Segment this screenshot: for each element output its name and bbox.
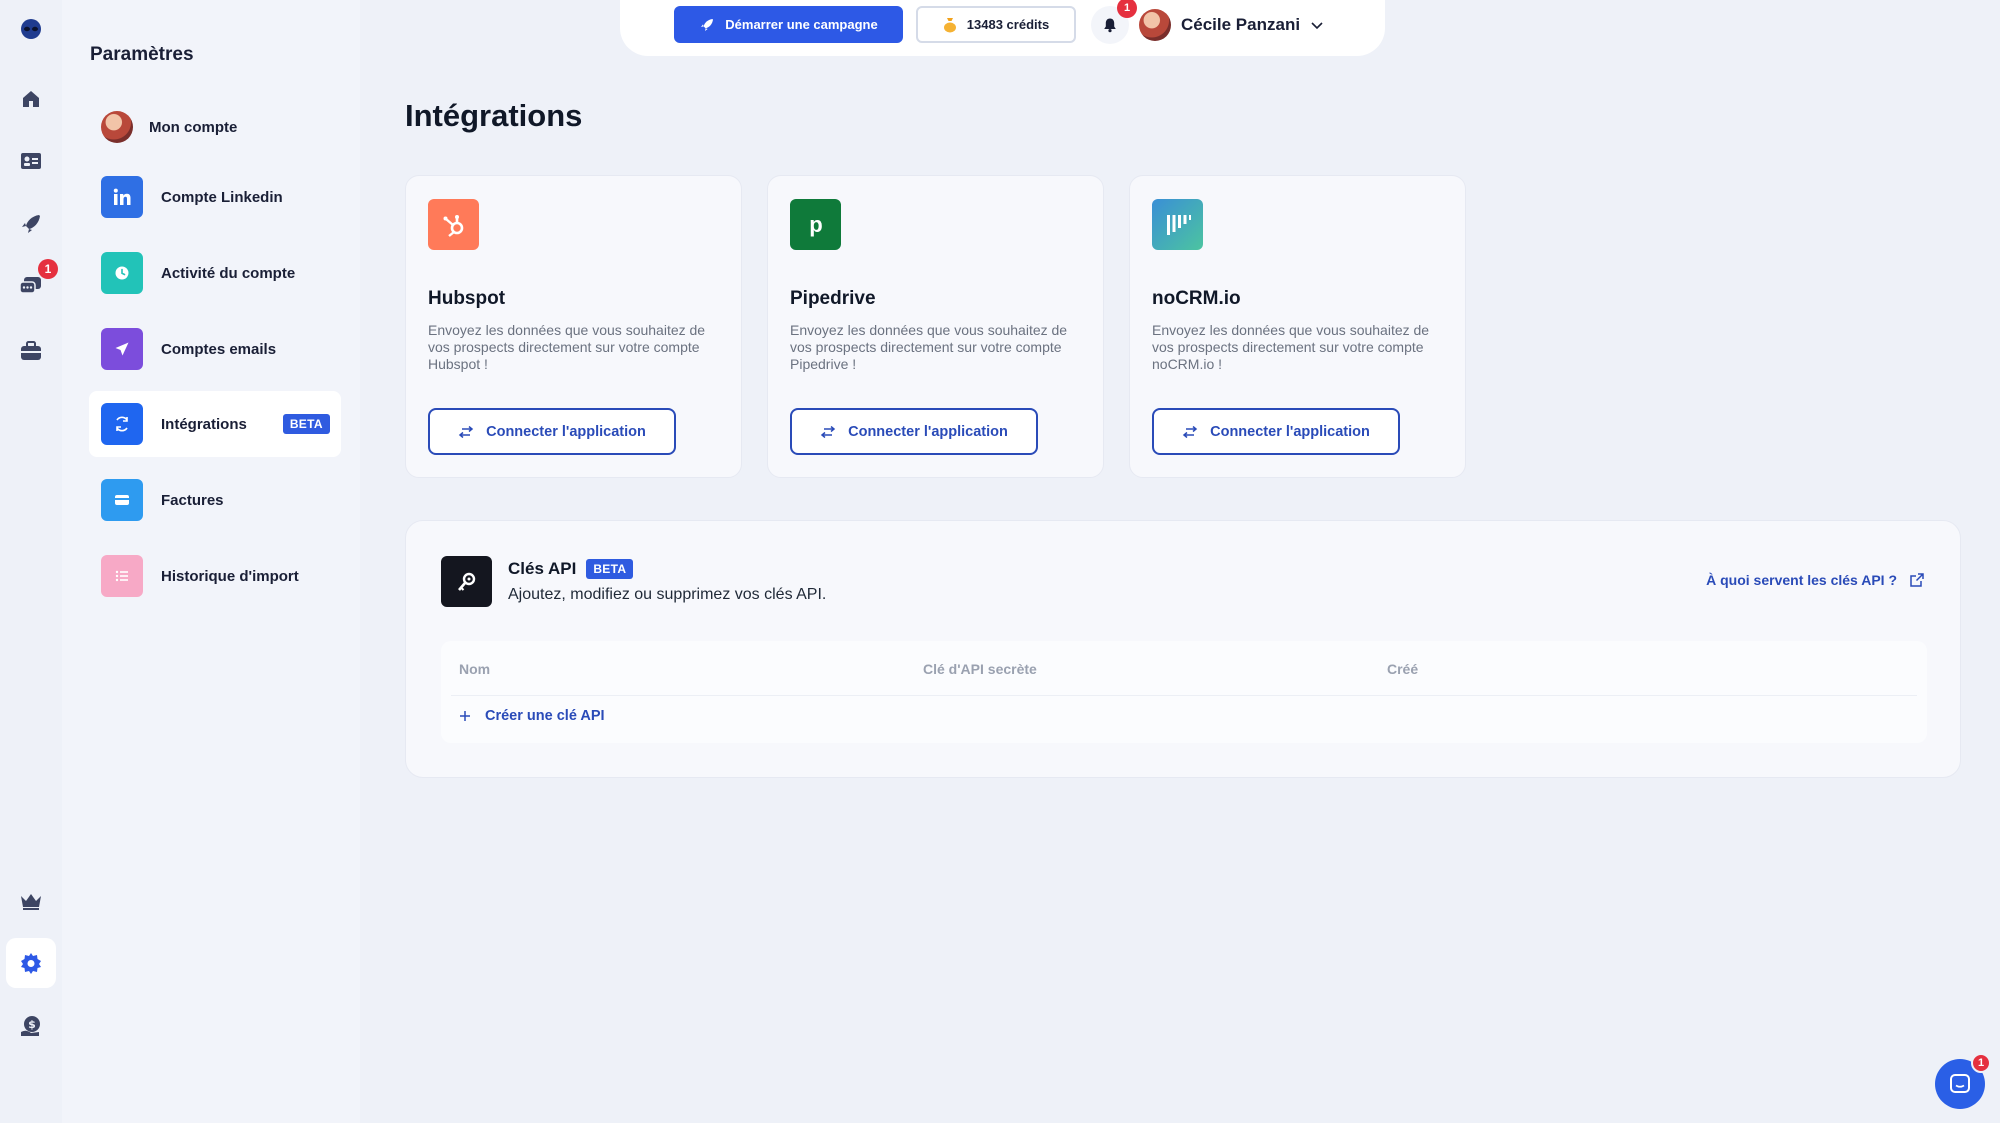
messages-icon[interactable]: 1 — [6, 259, 58, 311]
integration-card-nocrm: noCRM.io Envoyez les données que vous so… — [1129, 175, 1466, 478]
table-divider — [451, 695, 1917, 696]
integration-title: Pipedrive — [790, 288, 876, 309]
svg-text:p: p — [809, 212, 822, 237]
api-keys-subtitle: Ajoutez, modifiez ou supprimez vos clés … — [508, 586, 827, 603]
connect-label: Connecter l'application — [1210, 423, 1370, 440]
card-icon — [101, 479, 143, 521]
settings-item-label: Activité du compte — [161, 264, 296, 282]
connect-pipedrive-button[interactable]: Connecter l'application — [790, 408, 1038, 455]
top-bar: Démarrer une campagne 13483 crédits 1 Cé… — [620, 0, 1385, 56]
connect-label: Connecter l'application — [486, 423, 646, 440]
create-api-key-button[interactable]: Créer une clé API — [459, 708, 605, 724]
notifications-button[interactable]: 1 — [1091, 0, 1137, 44]
settings-item-comptes-emails[interactable]: Comptes emails — [89, 316, 341, 382]
settings-sidebar: Paramètres Mon compte Compte Linkedin Ac… — [62, 0, 360, 1123]
settings-item-label: Comptes emails — [161, 340, 277, 358]
money-bag-icon — [943, 17, 956, 32]
create-api-key-label: Créer une clé API — [485, 708, 605, 724]
settings-item-label: Intégrations — [161, 415, 247, 433]
api-keys-help-link[interactable]: À quoi servent les clés API ? — [1706, 572, 1925, 588]
clock-icon — [101, 252, 143, 294]
connect-label: Connecter l'application — [848, 423, 1008, 440]
bell-icon — [1104, 18, 1116, 33]
column-header-nom: Nom — [459, 661, 491, 677]
settings-item-activite[interactable]: Activité du compte — [89, 240, 341, 306]
settings-title: Paramètres — [90, 44, 194, 65]
svg-text:$: $ — [28, 1018, 36, 1031]
connect-nocrm-button[interactable]: Connecter l'application — [1152, 408, 1400, 455]
notification-badge: 1 — [1117, 0, 1137, 18]
avatar — [1139, 9, 1171, 41]
settings-item-factures[interactable]: Factures — [89, 467, 341, 533]
settings-item-label: Historique d'import — [161, 567, 299, 585]
briefcase-icon[interactable] — [6, 326, 56, 376]
column-header-created: Créé — [1387, 661, 1419, 677]
credits-label: 13483 crédits — [966, 17, 1050, 32]
credits-button[interactable]: 13483 crédits — [916, 6, 1076, 43]
chat-launcher-button[interactable]: 1 — [1935, 1053, 1991, 1109]
rocket-icon — [701, 18, 714, 31]
messages-badge: 1 — [38, 259, 58, 279]
plus-icon — [460, 711, 470, 721]
settings-item-historique-import[interactable]: Historique d'import — [89, 543, 341, 609]
money-icon[interactable]: $ — [6, 1001, 56, 1051]
icon-rail: 1 $ — [0, 0, 62, 1123]
api-keys-table: Nom Clé d'API secrète Créé Créer une clé… — [441, 641, 1927, 743]
connect-hubspot-button[interactable]: Connecter l'application — [428, 408, 676, 455]
chevron-down-icon — [1311, 22, 1323, 30]
integration-card-pipedrive: p Pipedrive Envoyez les données que vous… — [767, 175, 1104, 478]
settings-icon[interactable] — [6, 938, 56, 988]
integration-card-hubspot: Hubspot Envoyez les données que vous sou… — [405, 175, 742, 478]
integration-title: noCRM.io — [1152, 288, 1241, 309]
api-keys-panel: Clés API BETA Ajoutez, modifiez ou suppr… — [405, 520, 1961, 778]
chat-badge: 1 — [1971, 1053, 1991, 1073]
column-header-secret-key: Clé d'API secrète — [923, 661, 1037, 677]
user-menu[interactable]: Cécile Panzani — [1139, 9, 1324, 41]
settings-item-compte-linkedin[interactable]: Compte Linkedin — [89, 164, 341, 230]
arrows-exchange-icon — [820, 425, 836, 438]
arrows-exchange-icon — [1182, 425, 1198, 438]
api-keys-help-label: À quoi servent les clés API ? — [1706, 572, 1897, 588]
alien-logo-icon[interactable] — [6, 4, 56, 54]
arrows-exchange-icon — [458, 425, 474, 438]
api-keys-title: Clés API — [508, 559, 577, 578]
contacts-icon[interactable] — [6, 136, 56, 186]
settings-item-mon-compte[interactable]: Mon compte — [89, 94, 341, 160]
chat-icon — [1950, 1074, 1970, 1093]
settings-item-label: Factures — [161, 491, 224, 509]
external-link-icon — [1910, 573, 1924, 587]
nocrm-icon — [1152, 199, 1203, 250]
start-campaign-button[interactable]: Démarrer une campagne — [674, 6, 903, 43]
api-keys-header: Clés API BETA — [508, 559, 634, 579]
integration-description: Envoyez les données que vous souhaitez d… — [1152, 322, 1430, 372]
integration-description: Envoyez les données que vous souhaitez d… — [428, 322, 706, 372]
hubspot-icon — [428, 199, 479, 250]
crown-icon[interactable] — [6, 876, 56, 926]
beta-badge: BETA — [282, 414, 330, 434]
start-campaign-label: Démarrer une campagne — [725, 17, 878, 32]
api-key-icon — [441, 556, 492, 607]
integration-description: Envoyez les données que vous souhaitez d… — [790, 322, 1068, 372]
settings-item-integrations[interactable]: Intégrations BETA — [89, 391, 341, 457]
user-name: Cécile Panzani — [1181, 15, 1301, 34]
refresh-icon — [101, 403, 143, 445]
settings-item-label: Compte Linkedin — [161, 188, 283, 206]
user-avatar-icon — [101, 111, 133, 143]
page-title: Intégrations — [405, 98, 583, 133]
list-icon — [101, 555, 143, 597]
settings-item-label: Mon compte — [149, 118, 238, 136]
home-icon[interactable] — [6, 74, 56, 124]
integration-title: Hubspot — [428, 288, 506, 309]
beta-badge: BETA — [586, 559, 634, 579]
paper-plane-icon — [101, 328, 143, 370]
rocket-icon[interactable] — [6, 199, 56, 249]
pipedrive-icon: p — [790, 199, 841, 250]
linkedin-icon — [101, 176, 143, 218]
